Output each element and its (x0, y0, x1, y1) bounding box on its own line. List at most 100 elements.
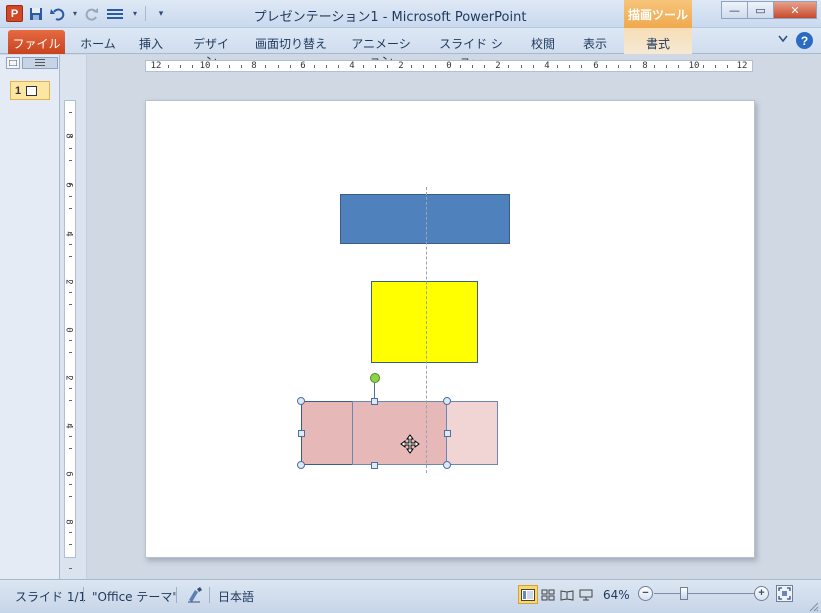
ruler-tick (69, 112, 72, 113)
resize-handle-bottom-right[interactable] (443, 461, 451, 469)
ruler-tick (362, 65, 364, 68)
ruler-label: 12 (150, 61, 162, 71)
slide-number-status: スライド 1/1 (15, 590, 87, 604)
slide-canvas[interactable] (145, 100, 755, 558)
fit-to-window-icon[interactable] (776, 585, 793, 602)
ruler-tick (520, 65, 522, 68)
resize-handle-top[interactable] (371, 398, 378, 405)
ruler-label: 2 (495, 61, 501, 71)
resize-handle-top-left[interactable] (297, 397, 305, 405)
ruler-label: 4 (349, 61, 355, 71)
ruler-label: 12 (736, 61, 748, 71)
yellow-rectangle-shape[interactable] (371, 281, 478, 363)
slideshow-view-icon[interactable] (576, 585, 596, 604)
tab-home[interactable]: ホーム (78, 32, 118, 54)
ruler-tick (666, 65, 668, 68)
rotation-handle[interactable] (370, 373, 380, 383)
spell-check-icon[interactable] (186, 586, 204, 604)
ruler-tick (265, 65, 267, 68)
outline-tab-icon[interactable] (22, 57, 58, 69)
reading-view-icon[interactable] (557, 585, 577, 604)
resize-handle-right[interactable] (444, 430, 451, 437)
ribbon-tab-bar: ファイル ホーム 挿入 デザイン 画面切り替え アニメーション スライド ショー… (0, 28, 821, 68)
ruler-tick (69, 520, 72, 521)
move-cursor-icon (400, 434, 420, 454)
ruler-tick (69, 136, 72, 137)
tab-design[interactable]: デザイン (188, 32, 234, 68)
language-status[interactable]: 日本語 (218, 588, 254, 605)
tab-transitions[interactable]: 画面切り替え (254, 32, 328, 54)
ruler-tick (605, 65, 607, 68)
ruler-label: 6 (300, 61, 306, 71)
ruler-tick (435, 65, 437, 68)
tab-format[interactable]: 書式 (624, 28, 692, 54)
ruler-tick (374, 65, 376, 68)
ruler-tick (69, 532, 72, 533)
resize-handle-left[interactable] (298, 430, 305, 437)
ruler-tick (678, 65, 680, 68)
ruler-tick (629, 65, 631, 68)
ruler-label: 0 (446, 61, 452, 71)
resize-handle-top-right[interactable] (443, 397, 451, 405)
ruler-tick (556, 65, 558, 68)
tab-review[interactable]: 校閲 (528, 32, 558, 54)
ribbon-help-area: ? (778, 32, 813, 49)
tab-animations[interactable]: アニメーション (346, 32, 416, 68)
close-button[interactable]: ✕ (773, 1, 817, 19)
ruler-tick (69, 160, 72, 161)
maximize-button[interactable]: ▭ (747, 1, 774, 19)
slide-sorter-view-icon[interactable] (538, 585, 558, 604)
blue-rectangle-shape[interactable] (340, 194, 510, 244)
ruler-tick (69, 376, 72, 377)
ruler-tick (569, 65, 571, 68)
pink-rectangle-drag-ghost (352, 401, 498, 465)
tab-insert[interactable]: 挿入 (136, 32, 166, 54)
ruler-tick (508, 65, 510, 68)
slides-tab-icon[interactable] (6, 57, 20, 69)
ruler-tick (411, 65, 413, 68)
title-bar: P ▾ ▾ ▾ プレゼンテーション1 - Microsoft PowerPoin… (0, 0, 821, 28)
ruler-tick (69, 448, 72, 449)
zoom-in-button[interactable]: + (754, 586, 769, 601)
help-icon[interactable]: ? (796, 32, 813, 49)
slide-thumbnail-image (26, 85, 38, 96)
ruler-tick (69, 472, 72, 473)
horizontal-ruler[interactable]: 12 10 8 6 4 2 0 2 4 6 8 10 12 (145, 60, 753, 72)
status-bar: スライド 1/1 "Office テーマ" 日本語 64% − + (0, 579, 821, 613)
normal-view-icon[interactable] (518, 585, 538, 604)
ruler-tick (459, 65, 461, 68)
ruler-label: 6 (593, 61, 599, 71)
ruler-tick (69, 280, 72, 281)
resize-handle-bottom-left[interactable] (297, 461, 305, 469)
ruler-label: 2 (398, 61, 404, 71)
tab-file[interactable]: ファイル (8, 30, 65, 54)
tab-view[interactable]: 表示 (580, 32, 610, 54)
ruler-tick (69, 436, 72, 437)
ruler-tick (69, 256, 72, 257)
ruler-tick (617, 65, 619, 68)
ruler-tick (180, 65, 182, 68)
minimize-button[interactable]: — (721, 1, 748, 19)
ruler-tick (69, 340, 72, 341)
ruler-tick (69, 232, 72, 233)
resize-handle-bottom[interactable] (371, 462, 378, 469)
ruler-tick (69, 400, 72, 401)
ruler-tick (69, 208, 72, 209)
ruler-tick (228, 65, 230, 68)
vertical-ruler[interactable]: 8 6 4 2 0 2 4 6 8 (64, 100, 76, 569)
ribbon-minimize-icon[interactable] (778, 35, 788, 46)
resize-grip-icon[interactable] (809, 601, 819, 612)
tab-slideshow[interactable]: スライド ショー (436, 32, 506, 68)
ruler-tick (423, 65, 425, 68)
ruler-label: 10 (199, 61, 211, 71)
ruler-tick (69, 568, 72, 569)
status-separator (176, 587, 177, 603)
slide-thumbnail[interactable]: 1 (10, 81, 50, 100)
zoom-slider-track[interactable] (654, 593, 754, 594)
zoom-slider-thumb[interactable] (680, 587, 688, 600)
ruler-tick (581, 65, 583, 68)
zoom-out-button[interactable]: − (638, 586, 653, 601)
zoom-level[interactable]: 64% (603, 588, 630, 602)
ruler-tick (277, 65, 279, 68)
ruler-tick (69, 424, 72, 425)
